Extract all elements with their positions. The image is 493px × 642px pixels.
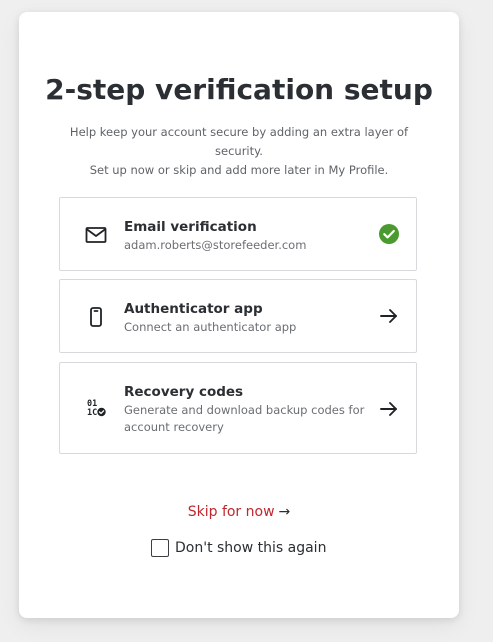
mail-icon: [84, 223, 108, 247]
page-subtitle: Help keep your account secure by adding …: [59, 123, 419, 180]
option-recovery-text: Recovery codes Generate and download bac…: [124, 383, 374, 436]
check-circle-icon: [378, 223, 400, 245]
svg-text:1C: 1C: [87, 408, 97, 418]
arrow-right-icon[interactable]: [378, 398, 400, 420]
option-description: Generate and download backup codes for a…: [124, 403, 365, 434]
option-authenticator-app[interactable]: Authenticator app Connect an authenticat…: [59, 279, 417, 353]
arrow-right-icon: →: [278, 504, 291, 520]
subtitle-line-1: Help keep your account secure by adding …: [69, 125, 409, 158]
binary-codes-icon: 01 1C: [84, 396, 108, 420]
option-email-verification[interactable]: Email verification adam.roberts@storefee…: [59, 197, 417, 271]
skip-label: Skip for now: [187, 504, 275, 520]
dont-show-again-option[interactable]: Don't show this again: [151, 539, 326, 557]
option-title: Authenticator app: [124, 301, 263, 317]
option-description: adam.roberts@storefeeder.com: [124, 238, 307, 252]
subtitle-line-2: Set up now or skip and add more later in…: [89, 163, 389, 177]
option-authenticator-text: Authenticator app Connect an authenticat…: [124, 300, 374, 336]
dont-show-again-checkbox[interactable]: [151, 539, 169, 557]
verification-setup-card: 2-step verification setup Help keep your…: [19, 12, 459, 618]
option-title: Recovery codes: [124, 384, 244, 400]
option-recovery-codes[interactable]: 01 1C Recovery codes Generate and downlo…: [59, 362, 417, 454]
page-title: 2-step verification setup: [45, 73, 433, 106]
dont-show-again-label: Don't show this again: [175, 540, 327, 556]
option-description: Connect an authenticator app: [124, 320, 297, 334]
option-title: Email verification: [124, 219, 257, 235]
smartphone-icon: [84, 305, 108, 329]
skip-for-now-link[interactable]: Skip for now →: [19, 504, 459, 520]
option-email-text: Email verification adam.roberts@storefee…: [124, 218, 374, 254]
arrow-right-icon[interactable]: [378, 305, 400, 327]
